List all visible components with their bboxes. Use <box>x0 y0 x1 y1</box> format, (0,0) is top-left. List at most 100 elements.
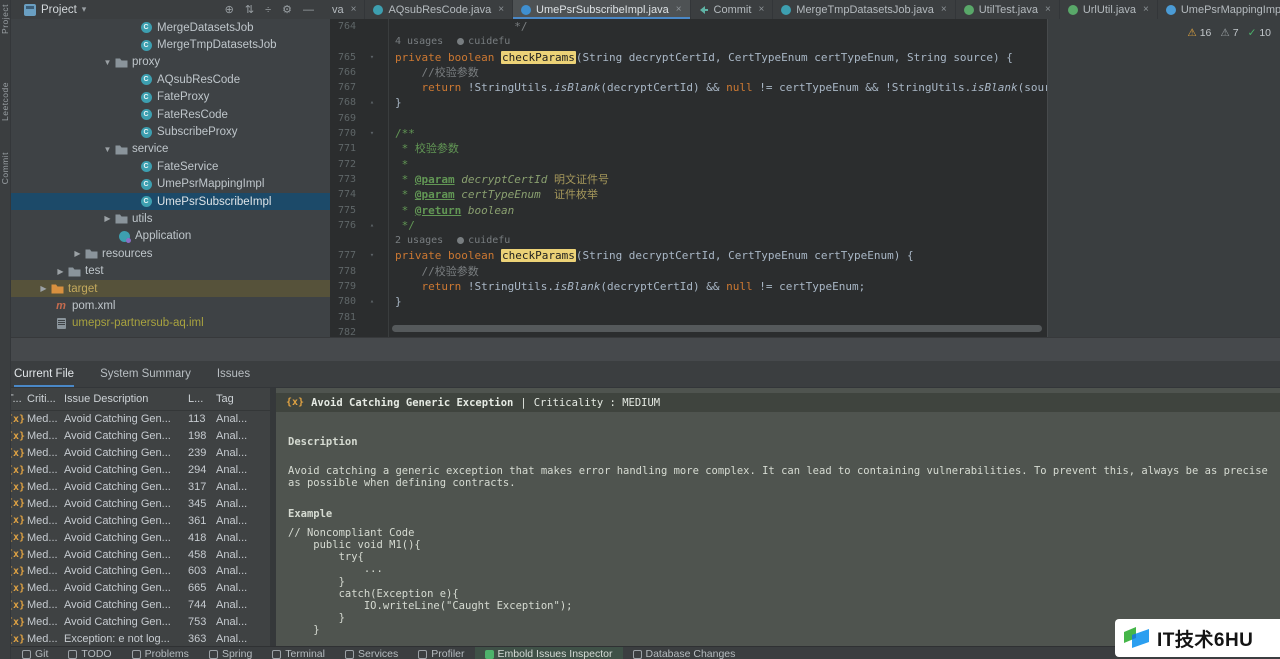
issue-row[interactable]: {x} Med... Avoid Catching Gen... 665 Anal... <box>0 580 270 597</box>
close-icon[interactable]: × <box>351 4 357 15</box>
statusbar-item-git[interactable]: Git <box>12 647 58 659</box>
column-header-l[interactable]: L... <box>188 393 216 405</box>
statusbar-item-database-changes[interactable]: Database Changes <box>623 647 746 659</box>
issue-row[interactable]: {x} Med... Exception: e not log... 363 Anal.… <box>0 631 270 646</box>
tree-item-umepsr-partnersub-aq-iml[interactable]: umepsr-partnersub-aq.iml <box>0 315 330 332</box>
tree-item-application[interactable]: Application <box>0 228 330 245</box>
close-icon[interactable]: × <box>1143 4 1149 15</box>
collapse-all-icon[interactable]: ÷ <box>265 4 271 16</box>
tool-stripe-button-leetcode[interactable]: Leetcode <box>0 82 10 121</box>
tree-item-aqsubrescode[interactable]: C AQsubResCode <box>0 71 330 88</box>
tool-stripe-button-project[interactable]: Project <box>0 4 10 34</box>
usages-hint[interactable]: 4 usages <box>395 34 443 49</box>
issue-row[interactable]: {x} Med... Avoid Catching Gen... 239 Anal... <box>0 445 270 462</box>
user-icon <box>457 237 465 245</box>
statusbar-item-embold-issues-inspector[interactable]: Embold Issues Inspector <box>474 647 623 659</box>
settings-icon[interactable]: ⚙ <box>282 3 292 16</box>
project-dropdown[interactable]: Project ▾ <box>10 3 86 16</box>
hide-icon[interactable]: — <box>303 4 314 16</box>
chevron-right-icon[interactable]: ▶ <box>101 214 114 223</box>
warnings-indicator[interactable]: ⚠ 16 <box>1187 27 1211 39</box>
tab-issues[interactable]: Issues <box>217 361 250 387</box>
tree-item-target[interactable]: ▶ target <box>0 279 330 298</box>
issue-row[interactable]: {x} Med... Avoid Catching Gen... 744 Anal... <box>0 597 270 614</box>
editor-tab-mergetmpdatasetsjob-java[interactable]: MergeTmpDatasetsJob.java × <box>773 0 956 19</box>
statusbar-item-terminal[interactable]: Terminal <box>262 647 335 659</box>
editor-tab-urlutil-java[interactable]: UrlUtil.java × <box>1060 0 1158 19</box>
column-header-issue-description[interactable]: Issue Description <box>64 393 188 405</box>
issue-detail-body: Description Avoid catching a generic exc… <box>288 424 1268 646</box>
issue-row[interactable]: {x} Med... Avoid Catching Gen... 603 Anal... <box>0 563 270 580</box>
code-line: 781 <box>330 310 1047 325</box>
tree-item-faterescode[interactable]: C FateResCode <box>0 106 330 123</box>
issue-description: Avoid Catching Gen... <box>64 616 171 629</box>
issue-row[interactable]: {x} Med... Avoid Catching Gen... 198 Anal... <box>0 428 270 445</box>
tree-item-service[interactable]: ▼ service <box>0 141 330 158</box>
statusbar-item-todo[interactable]: TODO <box>58 647 121 659</box>
tab-current-file[interactable]: Current File <box>14 361 74 387</box>
embold-icon <box>484 649 494 659</box>
panel-splitter[interactable] <box>0 337 1280 362</box>
editor-tab-umepsrsubscribeimpl-java[interactable]: UmePsrSubscribeImpl.java × <box>513 0 691 19</box>
inspection-widget[interactable]: ⚠ 16 ⚠ 7 ✓ 10 <box>1187 27 1271 39</box>
tree-item-umepsrsubscribeimpl[interactable]: C UmePsrSubscribeImpl <box>0 192 330 211</box>
tree-item-fateproxy[interactable]: C FateProxy <box>0 89 330 106</box>
tree-item-mergetmpdatasetsjob[interactable]: C MergeTmpDatasetsJob <box>0 36 330 53</box>
author-hint[interactable]: cuidefu <box>457 233 510 248</box>
issue-row[interactable]: {x} Med... Avoid Catching Gen... 294 Anal... <box>0 462 270 479</box>
column-header-criti[interactable]: Criti... <box>27 393 64 405</box>
issue-row[interactable]: {x} Med... Avoid Catching Gen... 317 Anal... <box>0 479 270 496</box>
chevron-right-icon[interactable]: ▶ <box>37 284 50 293</box>
editor-tab-aqsubrescode-java[interactable]: AQsubResCode.java × <box>365 0 514 19</box>
tab-system-summary[interactable]: System Summary <box>100 361 191 387</box>
tree-item-subscribeproxy[interactable]: C SubscribeProxy <box>0 123 330 140</box>
tree-item-mergedatasetsjob[interactable]: C MergeDatasetsJob <box>0 19 330 36</box>
tree-item-label: UmePsrMappingImpl <box>157 178 265 191</box>
issue-row[interactable]: {x} Med... Avoid Catching Gen... 458 Anal... <box>0 546 270 563</box>
editor-gutter <box>330 19 389 337</box>
editor-tab-umepsrmappingimpl-java[interactable]: UmePsrMappingImpl.java× <box>1158 0 1280 19</box>
usages-hint[interactable]: 2 usages <box>395 233 443 248</box>
tree-item-proxy[interactable]: ▼ proxy <box>0 54 330 71</box>
statusbar-item-problems[interactable]: Problems <box>122 647 199 659</box>
issue-row[interactable]: {x} Med... Avoid Catching Gen... 345 Anal... <box>0 495 270 512</box>
column-header-tag[interactable]: Tag <box>216 393 263 405</box>
close-icon[interactable]: × <box>676 4 682 15</box>
tree-item-test[interactable]: ▶ test <box>0 262 330 279</box>
tool-stripe-button-commit[interactable]: Commit <box>0 152 10 184</box>
watermark-text: IT技术6HU <box>1157 629 1254 651</box>
chevron-down-icon[interactable]: ▼ <box>101 58 114 67</box>
editor-tab-utiltest-java[interactable]: UtilTest.java × <box>956 0 1060 19</box>
ok-indicator[interactable]: ✓ 10 <box>1248 27 1271 39</box>
chevron-right-icon[interactable]: ▶ <box>54 267 67 276</box>
example-code-line: public void M1(){ <box>288 539 421 552</box>
close-icon[interactable]: × <box>758 4 764 15</box>
expand-collapse-icon[interactable]: ⇅ <box>245 3 254 16</box>
weak-warnings-indicator[interactable]: ⚠ 7 <box>1220 27 1238 39</box>
tree-item-utils[interactable]: ▶ utils <box>0 210 330 227</box>
chevron-right-icon[interactable]: ▶ <box>71 249 84 258</box>
author-hint[interactable]: cuidefu <box>457 34 510 49</box>
editor-tab-commit[interactable]: Commit × <box>691 0 774 19</box>
tree-item-fateservice[interactable]: C FateService <box>0 158 330 175</box>
tree-item-pom-xml[interactable]: m pom.xml <box>0 297 330 314</box>
tree-item-resources[interactable]: ▶ resources <box>0 245 330 262</box>
close-icon[interactable]: × <box>498 4 504 15</box>
chevron-down-icon[interactable]: ▼ <box>101 145 114 154</box>
editor-tab-va[interactable]: va × <box>330 0 366 19</box>
statusbar-item-profiler[interactable]: Profiler <box>408 647 474 659</box>
issue-row[interactable]: {x} Med... Avoid Catching Gen... 418 Anal... <box>0 529 270 546</box>
statusbar-item-services[interactable]: Services <box>335 647 408 659</box>
horizontal-scrollbar[interactable] <box>392 325 1042 332</box>
issue-row[interactable]: {x} Med... Avoid Catching Gen... 113 Anal... <box>0 411 270 428</box>
tree-item-umepsrmappingimpl[interactable]: C UmePsrMappingImpl <box>0 176 330 193</box>
close-icon[interactable]: × <box>1045 4 1051 15</box>
issue-row[interactable]: {x} Med... Avoid Catching Gen... 361 Anal... <box>0 512 270 529</box>
code-editor[interactable]: 764 */4 usages cuidefu 765 ▾ private boolean… <box>330 19 1047 337</box>
issue-row[interactable]: {x} Med... Avoid Catching Gen... 753 Anal... <box>0 614 270 631</box>
locate-icon[interactable]: ⊕ <box>225 3 234 16</box>
close-icon[interactable]: × <box>941 4 947 15</box>
class-icon <box>963 4 974 15</box>
statusbar-item-spring[interactable]: Spring <box>199 647 262 659</box>
